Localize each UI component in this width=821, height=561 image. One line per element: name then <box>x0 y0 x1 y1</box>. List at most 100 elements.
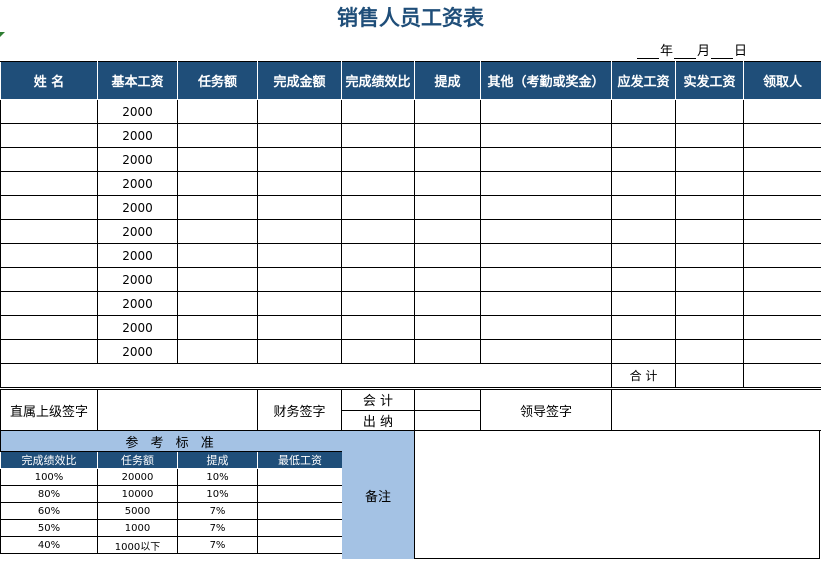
table-cell[interactable] <box>341 243 415 268</box>
table-cell[interactable] <box>675 339 744 364</box>
table-cell[interactable] <box>414 99 481 124</box>
table-cell[interactable] <box>480 267 612 292</box>
table-cell[interactable] <box>257 147 342 172</box>
year-blank[interactable] <box>636 46 659 59</box>
table-cell[interactable] <box>480 243 612 268</box>
table-cell[interactable] <box>675 243 744 268</box>
table-cell[interactable] <box>341 123 415 148</box>
table-cell[interactable] <box>743 339 821 364</box>
accountant-cell[interactable] <box>414 389 481 411</box>
reference-cell[interactable]: 1000 <box>97 519 178 537</box>
month-blank[interactable] <box>673 46 696 59</box>
table-cell[interactable] <box>341 195 415 220</box>
table-cell[interactable] <box>341 99 415 124</box>
reference-cell[interactable]: 20000 <box>97 468 178 486</box>
table-cell[interactable] <box>341 267 415 292</box>
base-salary-cell[interactable]: 2000 <box>97 99 178 124</box>
table-cell[interactable] <box>414 339 481 364</box>
table-cell[interactable] <box>480 195 612 220</box>
table-cell[interactable] <box>743 243 821 268</box>
table-cell[interactable] <box>414 123 481 148</box>
table-cell[interactable] <box>414 171 481 196</box>
table-cell[interactable] <box>675 315 744 340</box>
table-cell[interactable] <box>480 171 612 196</box>
table-cell[interactable] <box>480 291 612 316</box>
table-cell[interactable] <box>743 195 821 220</box>
table-cell[interactable] <box>177 171 258 196</box>
table-cell[interactable] <box>177 315 258 340</box>
table-cell[interactable] <box>743 99 821 124</box>
total-value-cell[interactable] <box>743 363 821 388</box>
table-cell[interactable] <box>480 99 612 124</box>
header-completed-amount[interactable]: 完成金额 <box>257 61 342 100</box>
table-cell[interactable] <box>0 339 98 364</box>
base-salary-cell[interactable]: 2000 <box>97 243 178 268</box>
reference-cell[interactable]: 80% <box>0 485 98 503</box>
reference-cell[interactable]: 7% <box>177 536 258 554</box>
table-cell[interactable] <box>257 339 342 364</box>
table-cell[interactable] <box>341 339 415 364</box>
table-cell[interactable] <box>0 99 98 124</box>
reference-cell[interactable]: 100% <box>0 468 98 486</box>
table-cell[interactable] <box>611 339 676 364</box>
header-performance-ratio[interactable]: 完成绩效比 <box>341 61 415 100</box>
table-cell[interactable] <box>611 291 676 316</box>
table-cell[interactable] <box>0 123 98 148</box>
table-cell[interactable] <box>480 219 612 244</box>
table-cell[interactable] <box>0 195 98 220</box>
header-other[interactable]: 其他（考勤或奖金） <box>480 61 612 100</box>
table-cell[interactable] <box>675 219 744 244</box>
day-blank[interactable] <box>710 46 733 59</box>
reference-cell[interactable] <box>256 502 344 520</box>
table-cell[interactable] <box>414 147 481 172</box>
table-cell[interactable] <box>611 195 676 220</box>
table-cell[interactable] <box>257 99 342 124</box>
table-cell[interactable] <box>611 171 676 196</box>
table-cell[interactable] <box>611 267 676 292</box>
reference-cell[interactable] <box>256 468 344 486</box>
table-cell[interactable] <box>341 219 415 244</box>
table-cell[interactable] <box>0 267 98 292</box>
table-cell[interactable] <box>743 147 821 172</box>
reference-cell[interactable]: 10% <box>177 468 258 486</box>
table-cell[interactable] <box>177 267 258 292</box>
table-cell[interactable] <box>675 171 744 196</box>
table-cell[interactable] <box>611 147 676 172</box>
header-payable[interactable]: 应发工资 <box>611 61 676 100</box>
reference-cell[interactable]: 1000以下 <box>97 536 178 554</box>
table-cell[interactable] <box>177 147 258 172</box>
reference-cell[interactable]: 40% <box>0 536 98 554</box>
table-cell[interactable] <box>743 267 821 292</box>
table-cell[interactable] <box>0 219 98 244</box>
base-salary-cell[interactable]: 2000 <box>97 315 178 340</box>
header-commission[interactable]: 提成 <box>414 61 481 100</box>
table-cell[interactable] <box>177 219 258 244</box>
reference-cell[interactable] <box>256 519 344 537</box>
table-cell[interactable] <box>414 195 481 220</box>
table-cell[interactable] <box>414 267 481 292</box>
table-cell[interactable] <box>257 171 342 196</box>
table-cell[interactable] <box>414 243 481 268</box>
table-cell[interactable] <box>341 171 415 196</box>
table-cell[interactable] <box>743 219 821 244</box>
header-actual-paid[interactable]: 实发工资 <box>675 61 744 100</box>
table-cell[interactable] <box>611 99 676 124</box>
table-cell[interactable] <box>257 123 342 148</box>
cashier-cell[interactable] <box>414 409 481 431</box>
base-salary-cell[interactable]: 2000 <box>97 339 178 364</box>
table-cell[interactable] <box>177 99 258 124</box>
table-cell[interactable] <box>480 339 612 364</box>
table-cell[interactable] <box>257 267 342 292</box>
reference-cell[interactable]: 7% <box>177 519 258 537</box>
total-value-cell[interactable] <box>675 363 744 388</box>
table-cell[interactable] <box>257 219 342 244</box>
header-recipient[interactable]: 领取人 <box>743 61 821 100</box>
table-cell[interactable] <box>177 243 258 268</box>
base-salary-cell[interactable]: 2000 <box>97 267 178 292</box>
table-cell[interactable] <box>743 123 821 148</box>
base-salary-cell[interactable]: 2000 <box>97 147 178 172</box>
table-cell[interactable] <box>257 315 342 340</box>
table-cell[interactable] <box>177 291 258 316</box>
table-cell[interactable] <box>611 243 676 268</box>
table-cell[interactable] <box>414 315 481 340</box>
